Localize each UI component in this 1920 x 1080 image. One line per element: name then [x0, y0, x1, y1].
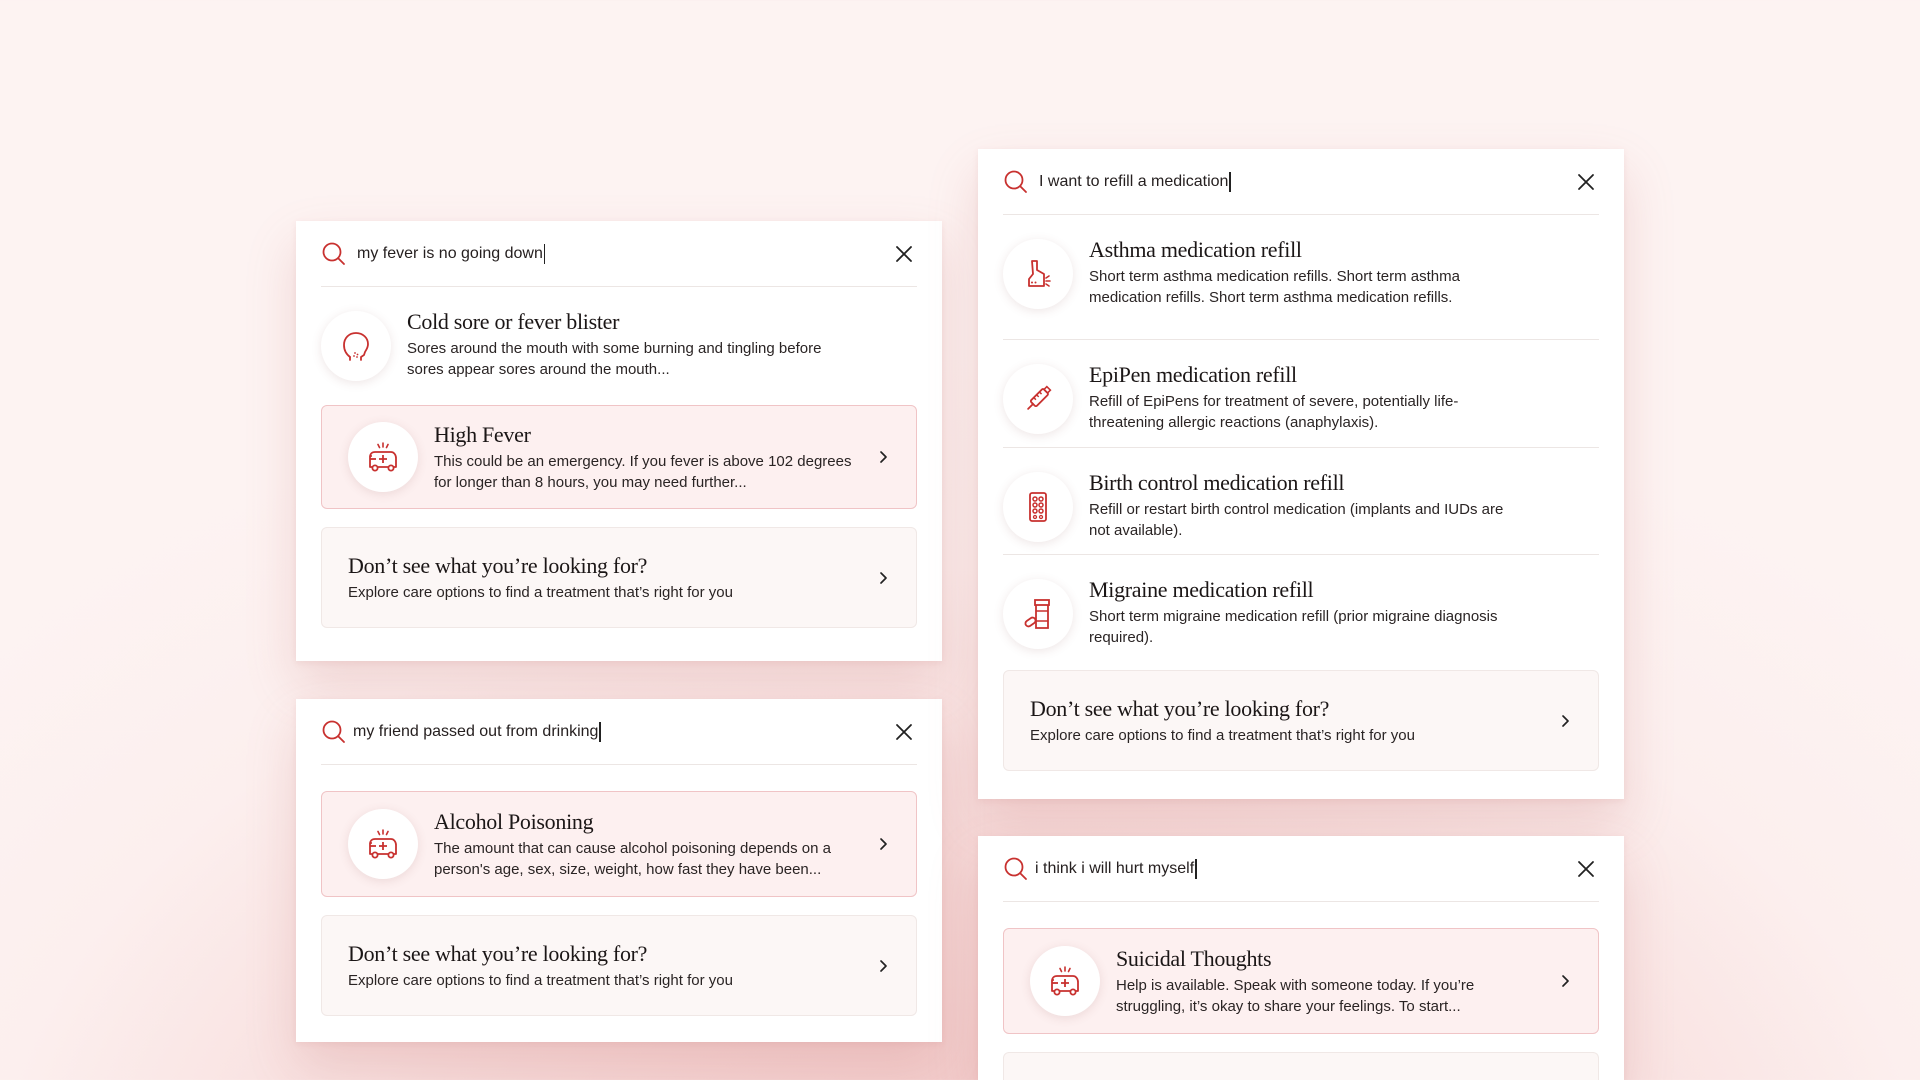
- result-description: Refill of EpiPens for treatment of sever…: [1089, 393, 1459, 431]
- ambulance-icon: [348, 422, 418, 492]
- explore-care-card[interactable]: Don’t see what you’re looking for? Explo…: [1003, 670, 1599, 771]
- search-bar[interactable]: I want to refill a medication: [1003, 149, 1599, 215]
- chevron-right-icon: [1558, 974, 1572, 988]
- close-icon[interactable]: [1575, 858, 1597, 880]
- result-item-birth-control[interactable]: Birth control medication refill Refill o…: [1003, 448, 1599, 555]
- result-title: Migraine medication refill: [1089, 577, 1314, 602]
- search-bar[interactable]: my fever is no going down: [321, 221, 917, 287]
- alert-title: Alcohol Poisoning: [434, 808, 594, 834]
- result-item-asthma[interactable]: Asthma medication refill Short term asth…: [1003, 215, 1599, 340]
- text-caret: [1229, 171, 1231, 192]
- search-panel-hurt: i think i will hurt myself Suicidal Thou…: [978, 836, 1624, 1080]
- search-query-text: my friend passed out from drinking: [353, 722, 599, 740]
- result-title: Birth control medication refill: [1089, 470, 1345, 495]
- pill-bottle-icon: [1003, 579, 1073, 649]
- result-item-migraine[interactable]: Migraine medication refill Short term mi…: [1003, 555, 1599, 670]
- search-query-text: my fever is no going down: [357, 244, 543, 262]
- result-description: Short term migraine medication refill (p…: [1089, 608, 1498, 646]
- face-sore-icon: [321, 311, 391, 381]
- close-icon[interactable]: [1575, 171, 1597, 193]
- search-query-text: i think i will hurt myself: [1035, 859, 1195, 877]
- chevron-right-icon: [876, 837, 890, 851]
- search-input[interactable]: I want to refill a medication: [1039, 171, 1575, 192]
- result-item-epipen[interactable]: EpiPen medication refill Refill of EpiPe…: [1003, 340, 1599, 448]
- explore-title: Don’t see what you’re looking for?: [348, 552, 648, 578]
- explore-care-card[interactable]: Don’t see what you’re looking for? Explo…: [321, 527, 917, 628]
- alert-description: The amount that can cause alcohol poison…: [434, 839, 831, 878]
- search-bar[interactable]: i think i will hurt myself: [1003, 836, 1599, 902]
- search-panel-fever: my fever is no going down Cold sore or f…: [296, 221, 942, 661]
- explore-care-card[interactable]: Don’t see what you’re looking for? Explo…: [321, 915, 917, 1016]
- explore-title: Don’t see what you’re looking for?: [348, 940, 648, 966]
- explore-description: Explore care options to find a treatment…: [348, 583, 733, 601]
- epipen-icon: [1003, 364, 1073, 434]
- emergency-alert-card[interactable]: Suicidal Thoughts Help is available. Spe…: [1003, 928, 1599, 1034]
- result-description: Sores around the mouth with some burning…: [407, 340, 822, 378]
- chevron-right-icon: [876, 450, 890, 464]
- search-panel-refill: I want to refill a medication Asthma med…: [978, 149, 1624, 799]
- pill-pack-icon: [1003, 472, 1073, 542]
- text-caret: [599, 721, 601, 742]
- ambulance-icon: [348, 809, 418, 879]
- search-panel-alcohol: my friend passed out from drinking Alcoh…: [296, 699, 942, 1042]
- explore-care-card-partial[interactable]: [1003, 1052, 1599, 1080]
- search-query-text: I want to refill a medication: [1039, 172, 1229, 190]
- close-icon[interactable]: [893, 243, 915, 265]
- emergency-alert-card[interactable]: High Fever This could be an emergency. I…: [321, 405, 917, 509]
- chevron-right-icon: [1558, 714, 1572, 728]
- search-icon: [1003, 856, 1029, 882]
- explore-title: Don’t see what you’re looking for?: [1030, 695, 1330, 721]
- explore-description: Explore care options to find a treatment…: [348, 971, 733, 989]
- search-icon: [321, 241, 347, 267]
- emergency-alert-card[interactable]: Alcohol Poisoning The amount that can ca…: [321, 791, 917, 897]
- alert-title: Suicidal Thoughts: [1116, 945, 1272, 971]
- explore-description: Explore care options to find a treatment…: [1030, 726, 1415, 744]
- inhaler-icon: [1003, 239, 1073, 309]
- chevron-right-icon: [876, 959, 890, 973]
- close-icon[interactable]: [893, 721, 915, 743]
- result-description: Short term asthma medication refills. Sh…: [1089, 268, 1460, 306]
- alert-description: Help is available. Speak with someone to…: [1116, 976, 1475, 1015]
- chevron-right-icon: [876, 571, 890, 585]
- result-title: Asthma medication refill: [1089, 237, 1302, 262]
- search-input[interactable]: i think i will hurt myself: [1035, 858, 1575, 879]
- alert-description: This could be an emergency. If you fever…: [434, 452, 852, 491]
- result-title: Cold sore or fever blister: [407, 309, 620, 334]
- result-title: EpiPen medication refill: [1089, 362, 1297, 387]
- ambulance-icon: [1030, 946, 1100, 1016]
- text-caret: [1195, 858, 1197, 879]
- alert-title: High Fever: [434, 421, 531, 447]
- search-input[interactable]: my friend passed out from drinking: [353, 721, 893, 742]
- search-icon: [321, 719, 347, 745]
- search-icon: [1003, 169, 1029, 195]
- result-description: Refill or restart birth control medicati…: [1089, 501, 1504, 539]
- text-caret: [543, 243, 546, 264]
- search-input[interactable]: my fever is no going down: [357, 243, 893, 264]
- search-bar[interactable]: my friend passed out from drinking: [321, 699, 917, 765]
- result-item[interactable]: Cold sore or fever blister Sores around …: [321, 287, 917, 405]
